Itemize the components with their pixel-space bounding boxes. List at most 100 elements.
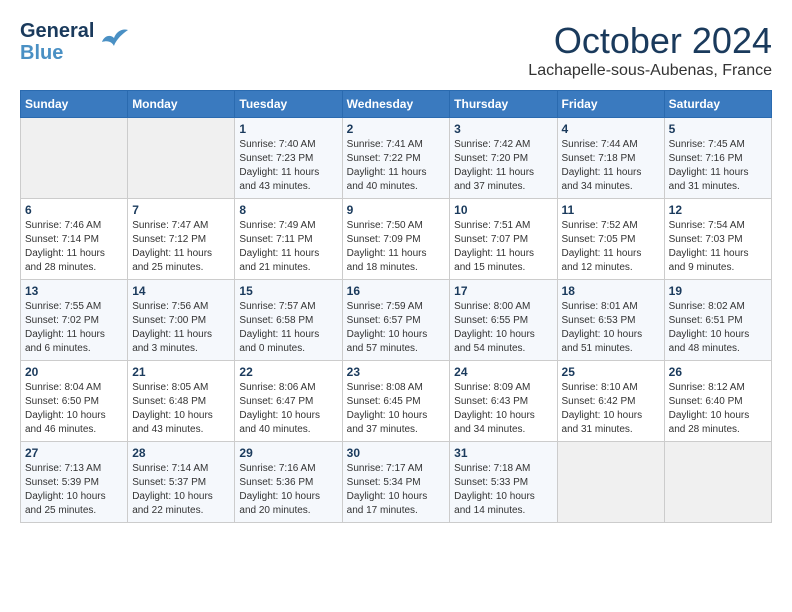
day-number: 22 xyxy=(239,365,337,379)
day-info: Sunrise: 7:49 AM Sunset: 7:11 PM Dayligh… xyxy=(239,219,337,275)
calendar-week-1: 1 Sunrise: 7:40 AM Sunset: 7:23 PM Daylig… xyxy=(21,118,772,199)
day-number: 15 xyxy=(239,284,337,298)
day-info: Sunrise: 8:09 AM Sunset: 6:43 PM Dayligh… xyxy=(454,381,552,437)
day-info: Sunrise: 7:50 AM Sunset: 7:09 PM Dayligh… xyxy=(347,219,446,275)
calendar-cell: 31Sunrise: 7:18 AM Sunset: 5:33 PM Dayli… xyxy=(450,442,557,523)
calendar-cell: 15 Sunrise: 7:57 AM Sunset: 6:58 PM Dayli… xyxy=(235,280,342,361)
day-number: 17 xyxy=(454,284,552,298)
calendar-cell: 23Sunrise: 8:08 AM Sunset: 6:45 PM Dayli… xyxy=(342,361,450,442)
day-number: 31 xyxy=(454,446,552,460)
location-title: Lachapelle-sous-Aubenas, France xyxy=(528,62,772,80)
calendar-cell: 30 Sunrise: 7:17 AM Sunset: 5:34 PM Dayli… xyxy=(342,442,450,523)
day-number: 9 xyxy=(347,203,446,217)
logo-bird-icon xyxy=(100,24,132,61)
day-number: 16 xyxy=(347,284,446,298)
day-info: Sunrise: 8:12 AM Sunset: 6:40 PM Dayligh… xyxy=(669,381,767,437)
calendar-cell: 21 Sunrise: 8:05 AM Sunset: 6:48 PM Dayli… xyxy=(128,361,235,442)
month-title: October 2024 xyxy=(528,20,772,62)
day-number: 20 xyxy=(25,365,123,379)
day-info: Sunrise: 8:01 AM Sunset: 6:53 PM Dayligh… xyxy=(562,300,660,356)
day-number: 28 xyxy=(132,446,230,460)
calendar-cell: 2Sunrise: 7:41 AM Sunset: 7:22 PM Daylig… xyxy=(342,118,450,199)
day-number: 14 xyxy=(132,284,230,298)
calendar-body: 1 Sunrise: 7:40 AM Sunset: 7:23 PM Daylig… xyxy=(21,118,772,523)
day-info: Sunrise: 7:51 AM Sunset: 7:07 PM Dayligh… xyxy=(454,219,552,275)
calendar-cell: 27Sunrise: 7:13 AM Sunset: 5:39 PM Dayli… xyxy=(21,442,128,523)
day-number: 10 xyxy=(454,203,552,217)
day-number: 30 xyxy=(347,446,446,460)
calendar-cell: 20 Sunrise: 8:04 AM Sunset: 6:50 PM Dayli… xyxy=(21,361,128,442)
weekday-header-tuesday: Tuesday xyxy=(235,91,342,118)
day-info: Sunrise: 8:04 AM Sunset: 6:50 PM Dayligh… xyxy=(25,381,123,437)
calendar-cell: 26 Sunrise: 8:12 AM Sunset: 6:40 PM Dayli… xyxy=(664,361,771,442)
calendar-cell: 29 Sunrise: 7:16 AM Sunset: 5:36 PM Dayli… xyxy=(235,442,342,523)
calendar-cell xyxy=(557,442,664,523)
weekday-header-thursday: Thursday xyxy=(450,91,557,118)
calendar-cell: 17 Sunrise: 8:00 AM Sunset: 6:55 PM Dayli… xyxy=(450,280,557,361)
day-number: 24 xyxy=(454,365,552,379)
day-info: Sunrise: 7:16 AM Sunset: 5:36 PM Dayligh… xyxy=(239,462,337,518)
weekday-header-wednesday: Wednesday xyxy=(342,91,450,118)
day-info: Sunrise: 7:14 AM Sunset: 5:37 PM Dayligh… xyxy=(132,462,230,518)
day-info: Sunrise: 8:10 AM Sunset: 6:42 PM Dayligh… xyxy=(562,381,660,437)
day-number: 19 xyxy=(669,284,767,298)
calendar-cell: 18 Sunrise: 8:01 AM Sunset: 6:53 PM Dayli… xyxy=(557,280,664,361)
day-info: Sunrise: 8:00 AM Sunset: 6:55 PM Dayligh… xyxy=(454,300,552,356)
day-info: Sunrise: 8:08 AM Sunset: 6:45 PM Dayligh… xyxy=(347,381,446,437)
day-info: Sunrise: 7:13 AM Sunset: 5:39 PM Dayligh… xyxy=(25,462,123,518)
calendar-cell: 12Sunrise: 7:54 AM Sunset: 7:03 PM Dayli… xyxy=(664,199,771,280)
day-info: Sunrise: 7:40 AM Sunset: 7:23 PM Dayligh… xyxy=(239,138,337,194)
day-number: 12 xyxy=(669,203,767,217)
calendar-cell: 11Sunrise: 7:52 AM Sunset: 7:05 PM Dayli… xyxy=(557,199,664,280)
day-number: 29 xyxy=(239,446,337,460)
calendar-week-5: 27Sunrise: 7:13 AM Sunset: 5:39 PM Dayli… xyxy=(21,442,772,523)
weekday-header-monday: Monday xyxy=(128,91,235,118)
title-block: October 2024 Lachapelle-sous-Aubenas, Fr… xyxy=(528,20,772,80)
calendar-cell: 8 Sunrise: 7:49 AM Sunset: 7:11 PM Daylig… xyxy=(235,199,342,280)
calendar-header: SundayMondayTuesdayWednesdayThursdayFrid… xyxy=(21,91,772,118)
day-number: 18 xyxy=(562,284,660,298)
weekday-row: SundayMondayTuesdayWednesdayThursdayFrid… xyxy=(21,91,772,118)
day-number: 26 xyxy=(669,365,767,379)
weekday-header-saturday: Saturday xyxy=(664,91,771,118)
day-info: Sunrise: 7:17 AM Sunset: 5:34 PM Dayligh… xyxy=(347,462,446,518)
calendar-cell: 5Sunrise: 7:45 AM Sunset: 7:16 PM Daylig… xyxy=(664,118,771,199)
page-header: General Blue October 2024 Lachapelle-sou… xyxy=(20,20,772,80)
calendar-cell xyxy=(21,118,128,199)
calendar-cell: 10 Sunrise: 7:51 AM Sunset: 7:07 PM Dayli… xyxy=(450,199,557,280)
day-info: Sunrise: 7:46 AM Sunset: 7:14 PM Dayligh… xyxy=(25,219,123,275)
calendar-cell xyxy=(128,118,235,199)
day-number: 25 xyxy=(562,365,660,379)
calendar-cell: 22Sunrise: 8:06 AM Sunset: 6:47 PM Dayli… xyxy=(235,361,342,442)
day-info: Sunrise: 7:59 AM Sunset: 6:57 PM Dayligh… xyxy=(347,300,446,356)
day-number: 21 xyxy=(132,365,230,379)
day-info: Sunrise: 8:05 AM Sunset: 6:48 PM Dayligh… xyxy=(132,381,230,437)
calendar-cell: 13Sunrise: 7:55 AM Sunset: 7:02 PM Dayli… xyxy=(21,280,128,361)
calendar-cell: 1 Sunrise: 7:40 AM Sunset: 7:23 PM Daylig… xyxy=(235,118,342,199)
calendar-cell: 4 Sunrise: 7:44 AM Sunset: 7:18 PM Daylig… xyxy=(557,118,664,199)
day-number: 1 xyxy=(239,122,337,136)
calendar-cell: 19Sunrise: 8:02 AM Sunset: 6:51 PM Dayli… xyxy=(664,280,771,361)
day-info: Sunrise: 7:44 AM Sunset: 7:18 PM Dayligh… xyxy=(562,138,660,194)
day-number: 7 xyxy=(132,203,230,217)
day-number: 2 xyxy=(347,122,446,136)
calendar-week-2: 6 Sunrise: 7:46 AM Sunset: 7:14 PM Daylig… xyxy=(21,199,772,280)
day-number: 6 xyxy=(25,203,123,217)
day-number: 5 xyxy=(669,122,767,136)
day-number: 8 xyxy=(239,203,337,217)
day-number: 11 xyxy=(562,203,660,217)
day-info: Sunrise: 7:57 AM Sunset: 6:58 PM Dayligh… xyxy=(239,300,337,356)
calendar-cell: 7Sunrise: 7:47 AM Sunset: 7:12 PM Daylig… xyxy=(128,199,235,280)
weekday-header-friday: Friday xyxy=(557,91,664,118)
day-number: 3 xyxy=(454,122,552,136)
calendar-week-3: 13Sunrise: 7:55 AM Sunset: 7:02 PM Dayli… xyxy=(21,280,772,361)
day-info: Sunrise: 7:55 AM Sunset: 7:02 PM Dayligh… xyxy=(25,300,123,356)
calendar-cell: 16 Sunrise: 7:59 AM Sunset: 6:57 PM Dayli… xyxy=(342,280,450,361)
calendar-cell xyxy=(664,442,771,523)
day-number: 4 xyxy=(562,122,660,136)
calendar-cell: 24 Sunrise: 8:09 AM Sunset: 6:43 PM Dayli… xyxy=(450,361,557,442)
logo-blue: Blue xyxy=(20,42,94,64)
calendar-cell: 6 Sunrise: 7:46 AM Sunset: 7:14 PM Daylig… xyxy=(21,199,128,280)
calendar-cell: 25 Sunrise: 8:10 AM Sunset: 6:42 PM Dayli… xyxy=(557,361,664,442)
day-info: Sunrise: 7:42 AM Sunset: 7:20 PM Dayligh… xyxy=(454,138,552,194)
